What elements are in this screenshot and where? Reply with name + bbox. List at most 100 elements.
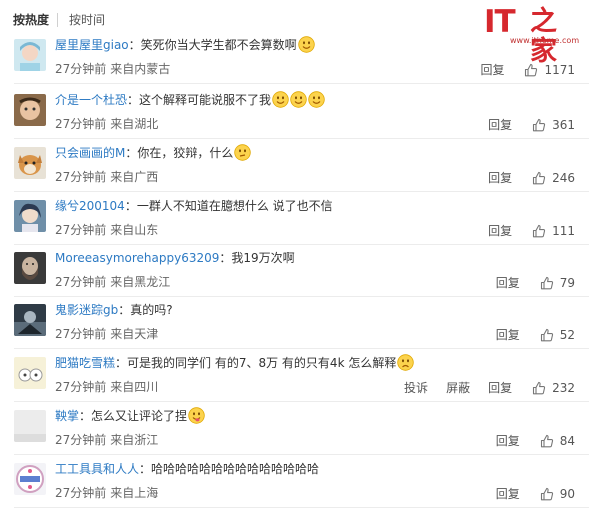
- like-count: 90: [559, 487, 575, 501]
- comment-time: 27分钟前: [55, 223, 107, 237]
- comment-divider: [14, 191, 589, 192]
- reply-button[interactable]: 回复: [488, 223, 512, 239]
- emoji-face-icon: [397, 354, 415, 371]
- comment-time: 27分钟前: [55, 327, 107, 341]
- comment-actions: 回复 361: [488, 117, 575, 133]
- comment-actions: 回复 84: [496, 433, 575, 449]
- comment-location: 来自内蒙古: [110, 62, 171, 76]
- like-count: 52: [559, 328, 575, 342]
- like-count: 84: [559, 434, 575, 448]
- comment-item: Moreeasymorehappy63209：我19万次啊 27分钟前 来自黑龙江 回…: [0, 245, 589, 297]
- user-avatar[interactable]: [14, 147, 46, 179]
- emoji-face-icon: [188, 407, 205, 424]
- user-avatar[interactable]: [14, 252, 46, 284]
- like-count: 111: [552, 224, 575, 238]
- username-link[interactable]: 肥猫吃雪糕: [55, 356, 115, 370]
- comment-text: 可是我的同学们 有的7、8万 有的只有4k 怎么解释: [127, 356, 397, 370]
- user-avatar[interactable]: [14, 39, 46, 71]
- like-button[interactable]: 111: [532, 223, 575, 239]
- comment-text: 我19万次啊: [231, 251, 295, 265]
- emoji-face-icon: [234, 144, 252, 161]
- comment-time: 27分钟前: [55, 380, 107, 394]
- comment-location: 来自上海: [110, 486, 159, 500]
- like-button[interactable]: 246: [532, 170, 575, 186]
- reply-button[interactable]: 回复: [496, 486, 520, 502]
- like-button[interactable]: 90: [540, 486, 575, 502]
- comment-time: 27分钟前: [55, 275, 107, 289]
- like-button[interactable]: 1171: [524, 62, 575, 78]
- thumbs-up-icon: [540, 276, 553, 290]
- comment-item: 只会画画的M：你在，狡辩，什么 27分钟前 来自广西 回复 246: [0, 140, 589, 192]
- username-link[interactable]: 鞅掌: [55, 409, 79, 423]
- comment-body: 肥猫吃雪糕：可是我的同学们 有的7、8万 有的只有4k 怎么解释: [55, 353, 415, 373]
- reply-button[interactable]: 回复: [496, 433, 520, 449]
- like-count: 361: [552, 118, 575, 132]
- tab-sort-time[interactable]: 按时间: [69, 13, 105, 27]
- reply-button[interactable]: 回复: [488, 117, 512, 133]
- like-button[interactable]: 52: [540, 327, 575, 343]
- comment-text: 哈哈哈哈哈哈哈哈哈哈哈哈哈哈: [151, 462, 320, 476]
- comment-actions: 回复 79: [496, 275, 575, 291]
- reply-button[interactable]: 回复: [496, 275, 520, 291]
- like-button[interactable]: 79: [540, 275, 575, 291]
- comment-time: 27分钟前: [55, 170, 107, 184]
- emoji-face-icon: [308, 91, 325, 108]
- comment-text: 你在，狡辩，什么: [137, 146, 234, 160]
- like-count: 232: [552, 381, 575, 395]
- username-link[interactable]: 只会画画的M: [55, 146, 125, 160]
- thumbs-up-icon: [540, 328, 553, 342]
- comment-meta: 27分钟前 来自四川: [55, 380, 158, 394]
- comment-body: 鞅掌：怎么又让评论了捏: [55, 406, 205, 426]
- comment-body: 缘兮200104：一群人不知道在臆想什么 说了也不信: [55, 196, 333, 216]
- user-avatar[interactable]: [14, 304, 46, 336]
- reply-button[interactable]: 回复: [488, 170, 512, 186]
- username-link[interactable]: 缘兮200104: [55, 199, 125, 213]
- like-button[interactable]: 232: [532, 380, 575, 396]
- like-button[interactable]: 361: [532, 117, 575, 133]
- tab-divider: [57, 13, 58, 27]
- username-link[interactable]: 工工具具和人人: [55, 462, 139, 476]
- reply-button[interactable]: 回复: [496, 327, 520, 343]
- reply-button[interactable]: 回复: [480, 62, 504, 78]
- emoji-face-icon: [272, 91, 289, 108]
- emoji-face-icon: [297, 36, 315, 53]
- comment-body: 屋里屋里giao：笑死你当大学生都不会算数啊: [55, 35, 315, 55]
- comment-location: 来自浙江: [110, 433, 159, 447]
- user-avatar[interactable]: [14, 200, 46, 232]
- colon-separator: ：: [219, 251, 232, 265]
- comment-item: 鬼影迷踪gb：真的吗? 27分钟前 来自天津 回复 52: [0, 297, 589, 349]
- comment-item: 工工具具和人人：哈哈哈哈哈哈哈哈哈哈哈哈哈哈 27分钟前 来自上海 回复 90: [0, 456, 589, 508]
- username-link[interactable]: Moreeasymorehappy63209: [55, 251, 219, 265]
- comment-location: 来自天津: [110, 327, 159, 341]
- tab-sort-hot[interactable]: 按热度: [13, 13, 49, 27]
- user-avatar[interactable]: [14, 357, 46, 389]
- comment-meta: 27分钟前 来自湖北: [55, 117, 158, 131]
- colon-separator: ：: [118, 303, 131, 317]
- colon-separator: ：: [115, 356, 128, 370]
- comment-body: Moreeasymorehappy63209：我19万次啊: [55, 248, 295, 268]
- comment-actions: 回复 90: [496, 486, 575, 502]
- comment-text: 真的吗?: [130, 303, 173, 317]
- thumbs-up-icon: [533, 224, 546, 238]
- username-link[interactable]: 屋里屋里giao: [55, 38, 129, 52]
- comment-location: 来自黑龙江: [110, 275, 171, 289]
- comment-location: 来自湖北: [110, 117, 159, 131]
- comment-body: 只会画画的M：你在，狡辩，什么: [55, 143, 252, 163]
- thumbs-up-icon: [533, 171, 546, 185]
- block-button[interactable]: 屏蔽: [446, 380, 470, 396]
- user-avatar[interactable]: [14, 463, 46, 495]
- comment-text: 笑死你当大学生都不会算数啊: [140, 38, 297, 52]
- username-link[interactable]: 介是一个杜恐: [55, 93, 127, 107]
- report-button[interactable]: 投诉: [404, 380, 428, 396]
- like-count: 79: [559, 276, 575, 290]
- username-link[interactable]: 鬼影迷踪gb: [55, 303, 118, 317]
- like-button[interactable]: 84: [540, 433, 575, 449]
- user-avatar[interactable]: [14, 94, 46, 126]
- like-count: 1171: [544, 63, 575, 77]
- reply-button[interactable]: 回复: [488, 380, 512, 396]
- comment-location: 来自广西: [110, 170, 159, 184]
- comment-text: 怎么又让评论了捏: [91, 409, 188, 423]
- user-avatar[interactable]: [14, 410, 46, 442]
- thumbs-up-icon: [525, 63, 538, 77]
- comment-body: 工工具具和人人：哈哈哈哈哈哈哈哈哈哈哈哈哈哈: [55, 459, 319, 479]
